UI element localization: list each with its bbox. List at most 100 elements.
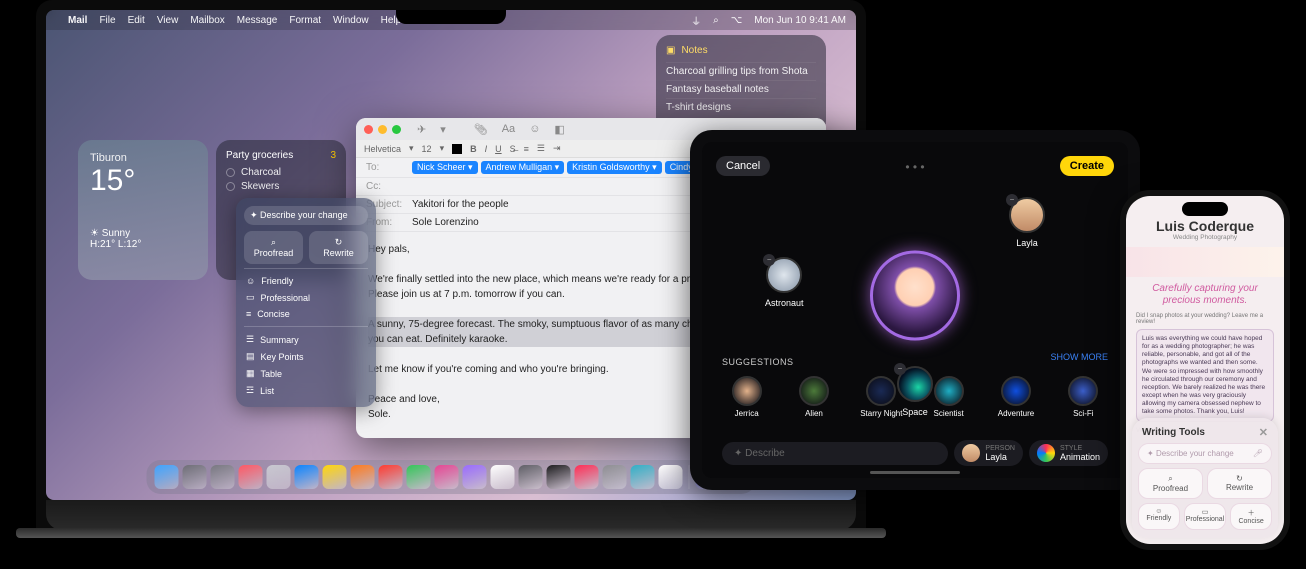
notes-item[interactable]: T-shirt designs: [666, 98, 816, 116]
dock-app[interactable]: [575, 465, 599, 489]
underline-icon[interactable]: U: [495, 144, 502, 154]
suggestion-item[interactable]: Jerrica: [722, 376, 771, 418]
format-icon[interactable]: Aa: [502, 123, 515, 136]
transform-table[interactable]: ▦Table: [244, 365, 368, 382]
dock-app[interactable]: [295, 465, 319, 489]
font-select[interactable]: Helvetica: [364, 144, 401, 154]
menu-mailbox[interactable]: Mailbox: [190, 15, 224, 26]
suggestion-item[interactable]: Alien: [789, 376, 838, 418]
home-indicator[interactable]: [870, 471, 960, 474]
tone-professional[interactable]: ▭Professional: [244, 289, 368, 306]
list-icon[interactable]: ☰: [537, 143, 545, 154]
menu-view[interactable]: View: [157, 15, 179, 26]
dock-app[interactable]: [155, 465, 179, 489]
indent-icon[interactable]: ⇥: [553, 143, 561, 154]
tagline: Carefully capturing your precious moment…: [1126, 277, 1284, 313]
dock-app[interactable]: [407, 465, 431, 489]
person-pill[interactable]: PERSONLayla: [954, 440, 1023, 466]
strike-icon[interactable]: S̶: [510, 144, 516, 154]
writing-tools-popover: ✦ Describe your change ⌕Proofread ↻Rewri…: [236, 198, 376, 407]
photo-icon[interactable]: ◧: [554, 123, 564, 136]
suggestion-item[interactable]: Starry Night: [857, 376, 906, 418]
close-icon[interactable]: [364, 125, 373, 134]
proofread-button[interactable]: ⌕Proofread: [1138, 468, 1203, 499]
transform-list[interactable]: ☲List: [244, 382, 368, 399]
rewrite-button[interactable]: ↻Rewrite: [309, 231, 368, 264]
dock-app[interactable]: [435, 465, 459, 489]
minimize-icon[interactable]: [378, 125, 387, 134]
menubar-app[interactable]: Mail: [68, 15, 87, 26]
describe-change-input[interactable]: ✦ Describe your change: [244, 206, 368, 225]
reminder-item[interactable]: Skewers: [226, 181, 336, 192]
dock-app[interactable]: [183, 465, 207, 489]
describe-input[interactable]: ✦ Describe: [722, 442, 948, 465]
menu-window[interactable]: Window: [333, 15, 369, 26]
suggestion-item[interactable]: Adventure: [991, 376, 1040, 418]
recipient-chip[interactable]: Nick Scheer ▾: [412, 161, 478, 174]
recipient-chip[interactable]: Kristin Goldsworthy ▾: [567, 161, 662, 174]
more-icon[interactable]: • • •: [905, 160, 924, 174]
describe-change-input[interactable]: ✦ Describe your change 🎤︎: [1138, 443, 1272, 464]
style-pill[interactable]: STYLEAnimation: [1029, 440, 1108, 466]
tone-professional[interactable]: ▭Professional: [1184, 503, 1227, 530]
send-icon[interactable]: ✈: [417, 123, 426, 136]
emoji-icon[interactable]: ☺: [529, 123, 540, 136]
bold-icon[interactable]: B: [470, 144, 477, 154]
menubar-clock[interactable]: Mon Jun 10 9:41 AM: [754, 15, 846, 26]
tone-concise[interactable]: ＋Concise: [1230, 503, 1272, 530]
node-astronaut[interactable]: − Astronaut: [765, 257, 804, 308]
zoom-icon[interactable]: [392, 125, 401, 134]
close-icon[interactable]: ✕: [1259, 426, 1268, 439]
transform-summary[interactable]: ☰Summary: [244, 331, 368, 348]
text-color-icon[interactable]: [452, 144, 462, 154]
dock-app[interactable]: [267, 465, 291, 489]
dock-app[interactable]: [463, 465, 487, 489]
suggestion-item[interactable]: Sci-Fi: [1059, 376, 1108, 418]
align-icon[interactable]: ≡: [524, 144, 529, 154]
dock-app[interactable]: [351, 465, 375, 489]
menu-format[interactable]: Format: [289, 15, 321, 26]
review-text-selected[interactable]: Luis was everything we could have hoped …: [1136, 329, 1274, 422]
show-more-link[interactable]: SHOW MORE: [1051, 352, 1109, 362]
proofread-button[interactable]: ⌕Proofread: [244, 231, 303, 264]
header-icon[interactable]: ▾: [440, 123, 446, 136]
dock-app[interactable]: [631, 465, 655, 489]
attach-icon[interactable]: 📎︎: [474, 123, 488, 136]
dock-app[interactable]: [211, 465, 235, 489]
notes-item[interactable]: Fantasy baseball notes: [666, 80, 816, 98]
dock-app[interactable]: [519, 465, 543, 489]
from-field[interactable]: Sole Lorenzino: [412, 217, 479, 228]
dock-app[interactable]: [491, 465, 515, 489]
tone-friendly[interactable]: ☺Friendly: [1138, 503, 1180, 530]
transform-keypoints[interactable]: ▤Key Points: [244, 348, 368, 365]
dock-app[interactable]: [659, 465, 683, 489]
notes-item[interactable]: Charcoal grilling tips from Shota: [666, 62, 816, 80]
dock-app[interactable]: [239, 465, 263, 489]
menu-file[interactable]: File: [99, 15, 115, 26]
node-layla[interactable]: − Layla: [1009, 197, 1045, 248]
rewrite-button[interactable]: ↻Rewrite: [1207, 468, 1272, 499]
subject-field[interactable]: Yakitori for the people: [412, 199, 509, 210]
recipient-chip[interactable]: Andrew Mulligan ▾: [481, 161, 565, 174]
mic-icon[interactable]: 🎤︎: [1253, 449, 1263, 458]
menu-edit[interactable]: Edit: [128, 15, 145, 26]
dock-app[interactable]: [547, 465, 571, 489]
dock-app[interactable]: [323, 465, 347, 489]
weather-widget[interactable]: Tiburon 15° ☀︎ Sunny H:21° L:12°: [78, 140, 208, 280]
font-size[interactable]: 12: [422, 144, 432, 154]
tone-concise[interactable]: ≡Concise: [244, 306, 368, 322]
suggestion-item[interactable]: Scientist: [924, 376, 973, 418]
preview-main[interactable]: [870, 250, 960, 343]
dock-app[interactable]: [379, 465, 403, 489]
dock-app[interactable]: [603, 465, 627, 489]
create-button[interactable]: Create: [1060, 156, 1114, 176]
cancel-button[interactable]: Cancel: [716, 156, 770, 176]
control-center-icon[interactable]: ⌥: [731, 15, 743, 26]
reminder-item[interactable]: Charcoal: [226, 167, 336, 178]
wifi-icon[interactable]: ⏚: [691, 13, 701, 28]
tone-friendly[interactable]: ☺Friendly: [244, 273, 368, 289]
search-icon[interactable]: ⌕: [713, 15, 719, 26]
italic-icon[interactable]: I: [485, 144, 488, 154]
remove-icon[interactable]: −: [1006, 194, 1018, 206]
menu-message[interactable]: Message: [237, 15, 278, 26]
